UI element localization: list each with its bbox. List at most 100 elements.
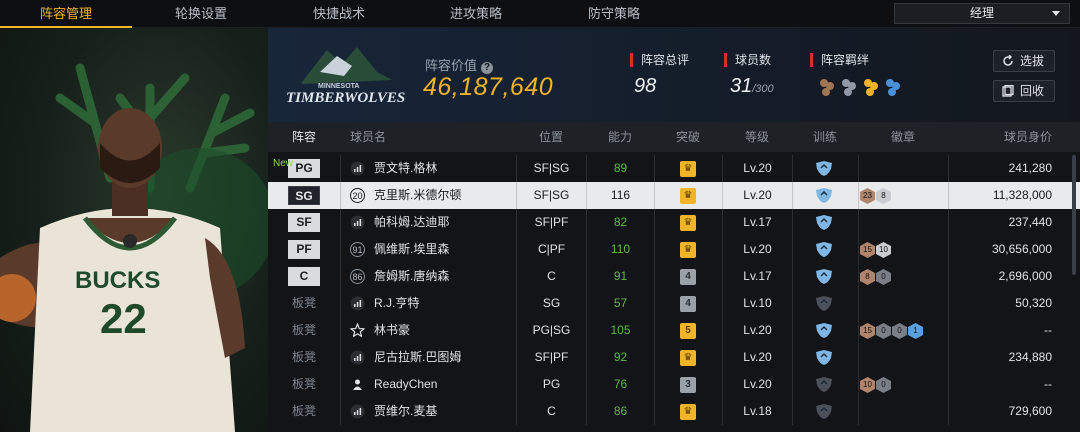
player-value: 11,328,000 — [992, 188, 1052, 202]
header-training[interactable]: 训练 — [792, 122, 858, 152]
tab-lineup-management[interactable]: 阵容管理 — [0, 0, 132, 28]
player-level: Lv.17 — [722, 209, 792, 236]
slot-bench: 板凳 — [291, 296, 316, 310]
table-row[interactable]: C 86 詹姆斯.唐纳森 C 91 4 Lv.17 80 2,696,000 — [268, 263, 1080, 290]
table-row[interactable]: 板凳 R.J.亨特 SG 57 4 Lv.10 50,320 — [268, 290, 1080, 317]
badge-icon[interactable]: 8 — [876, 188, 891, 204]
tab-rotation-settings[interactable]: 轮换设置 — [135, 0, 267, 28]
column-divider — [340, 236, 341, 263]
team-header: MINNESOTA TIMBERWOLVES 阵容价值? 46,187,640 … — [268, 28, 1080, 122]
badges-cell — [858, 290, 948, 317]
table-row[interactable]: 板凳 ReadyChen PG 76 3 Lv.20 10 0 -- — [268, 371, 1080, 398]
badge-icon[interactable]: 0 — [892, 323, 907, 339]
select-button[interactable]: 选拔 — [993, 50, 1055, 72]
player-level: Lv.17 — [722, 263, 792, 290]
player-name[interactable]: ReadyChen — [374, 371, 437, 398]
tab-quick-tactics[interactable]: 快捷战术 — [273, 0, 405, 28]
badge-list: 10 0 — [860, 377, 892, 393]
player-level: Lv.20 — [722, 317, 792, 344]
player-name[interactable]: 帕科姆.达迪耶 — [374, 209, 449, 236]
slot-position[interactable]: SF — [288, 213, 320, 232]
player-level: Lv.18 — [722, 398, 792, 425]
player-illustration: BUCKS 22 — [0, 63, 268, 432]
table-row[interactable]: PF 91 佩维斯.埃里森 C|PF 110 ♛ Lv.20 15 10 30,6… — [268, 236, 1080, 263]
slot-bench: 板凳 — [291, 323, 316, 337]
player-value: -- — [1044, 323, 1052, 337]
top-tab-bar: 阵容管理 轮换设置 快捷战术 进攻策略 防守策略 经理 — [0, 0, 1080, 28]
header-lineup[interactable]: 阵容 — [268, 122, 340, 152]
bond-icons[interactable] — [818, 77, 908, 97]
badge-icon[interactable]: 0 — [876, 377, 891, 393]
training-shield-icon[interactable] — [814, 214, 834, 231]
badge-icon[interactable]: 0 — [876, 323, 891, 339]
chevron-down-icon — [1052, 11, 1060, 16]
slot-position[interactable]: PF — [288, 240, 320, 259]
tab-offense-strategy[interactable]: 进攻策略 — [410, 0, 542, 28]
recycle-button[interactable]: 回收 — [993, 80, 1055, 102]
player-name[interactable]: 詹姆斯.唐纳森 — [374, 263, 449, 290]
player-level: Lv.10 — [722, 290, 792, 317]
header-position[interactable]: 位置 — [516, 122, 586, 152]
player-count: 31/300 — [730, 75, 774, 97]
column-divider — [948, 290, 949, 317]
crown-icon: ♛ — [680, 242, 696, 258]
jersey-number-icon: 20 — [350, 188, 365, 203]
table-row[interactable]: SF 帕科姆.达迪耶 SF|PF 82 ♛ Lv.17 237,440 — [268, 209, 1080, 236]
badge-icon[interactable]: 1 — [908, 323, 923, 339]
player-name[interactable]: R.J.亨特 — [374, 290, 419, 317]
training-shield-icon[interactable] — [814, 187, 834, 204]
header-player-value[interactable]: 球员身价 — [948, 122, 1052, 152]
badge-icon[interactable]: 10 — [860, 377, 875, 393]
jersey-number: 22 — [100, 295, 147, 342]
player-name[interactable]: 贾文特.格林 — [374, 155, 437, 182]
column-divider — [340, 344, 341, 371]
badge-icon[interactable]: 15 — [860, 242, 875, 258]
table-row[interactable]: 板凳 尼古拉斯.巴图姆 SF|PF 92 ♛ Lv.20 234,880 — [268, 344, 1080, 371]
slot-position[interactable]: SG — [288, 186, 320, 205]
badge-list: 80 — [860, 269, 892, 285]
crown-icon: ♛ — [680, 215, 696, 231]
stats-icon — [350, 404, 365, 419]
player-level: Lv.20 — [722, 236, 792, 263]
crown-icon: ♛ — [680, 404, 696, 420]
training-shield-icon[interactable] — [814, 160, 834, 177]
player-name[interactable]: 贾维尔.麦基 — [374, 398, 437, 425]
player-position: SF|SG — [516, 182, 586, 209]
player-value: 237,440 — [1008, 215, 1052, 229]
training-shield-icon[interactable] — [814, 322, 834, 339]
training-shield-icon[interactable] — [814, 349, 834, 366]
player-ability: 76 — [586, 371, 654, 398]
header-breakthrough[interactable]: 突破 — [654, 122, 722, 152]
training-shield-icon[interactable] — [814, 295, 834, 312]
slot-position[interactable]: C — [288, 267, 320, 286]
badge-icon[interactable]: 8 — [860, 269, 875, 285]
badge-icon[interactable]: 0 — [876, 269, 891, 285]
badge-icon[interactable]: 10 — [876, 242, 891, 258]
training-shield-icon[interactable] — [814, 403, 834, 420]
player-name[interactable]: 林书豪 — [374, 317, 410, 344]
table-row[interactable]: 板凳 贾维尔.麦基 C 86 ♛ Lv.18 729,600 — [268, 398, 1080, 425]
tab-defense-strategy[interactable]: 防守策略 — [548, 0, 680, 28]
player-name[interactable]: 尼古拉斯.巴图姆 — [374, 344, 461, 371]
training-shield-icon[interactable] — [814, 376, 834, 393]
crown-icon: ♛ — [680, 188, 696, 204]
table-row[interactable]: SG 20 克里斯.米德尔顿 SF|SG 116 ♛ Lv.20 23 8 11,… — [268, 182, 1080, 209]
header-level[interactable]: 等级 — [722, 122, 792, 152]
header-player-name[interactable]: 球员名 — [350, 122, 410, 152]
player-name[interactable]: 克里斯.米德尔顿 — [374, 182, 461, 209]
badge-icon[interactable]: 15 — [860, 323, 875, 339]
table-row[interactable]: 板凳 林书豪 PG|SG 105 5 Lv.20 15 0 0 1 -- — [268, 317, 1080, 344]
jersey-number-icon: 86 — [350, 269, 365, 284]
training-shield-icon[interactable] — [814, 241, 834, 258]
table-scrollbar[interactable] — [1072, 155, 1076, 275]
lineup-rating-label: 阵容总评 — [630, 53, 689, 67]
header-badges[interactable]: 徽章 — [858, 122, 948, 152]
roster-table-header: 阵容 球员名 位置 能力 突破 等级 训练 徽章 球员身价 — [268, 122, 1080, 152]
badge-icon[interactable]: 23 — [860, 188, 875, 204]
player-name[interactable]: 佩维斯.埃里森 — [374, 236, 449, 263]
player-position: PG|SG — [516, 317, 586, 344]
table-row[interactable]: PG New 贾文特.格林 SF|SG 89 ♛ Lv.20 241,280 — [268, 155, 1080, 182]
training-shield-icon[interactable] — [814, 268, 834, 285]
header-ability[interactable]: 能力 — [586, 122, 654, 152]
role-dropdown[interactable]: 经理 — [894, 3, 1070, 24]
